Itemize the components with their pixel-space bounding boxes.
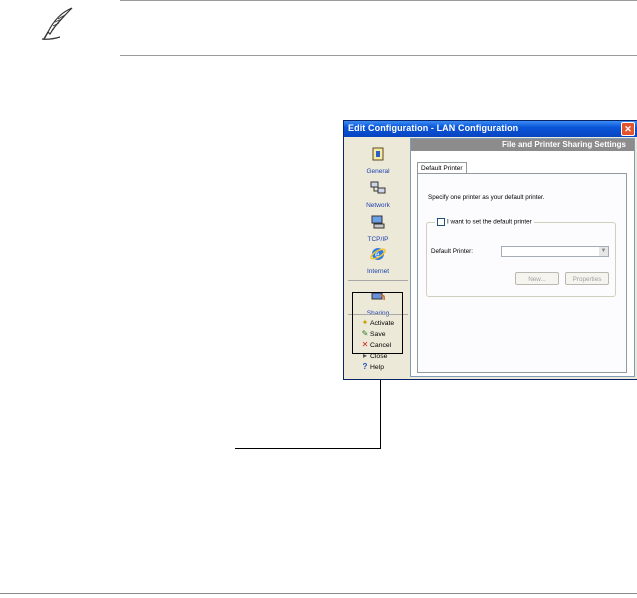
action-label: Close [370,353,388,360]
action-label: Help [370,364,384,371]
note-bottom-rule [120,55,637,56]
actions-highlight-box [352,292,403,354]
internet-icon: e [370,248,386,260]
help-icon: ? [362,362,368,371]
svg-text:e: e [375,250,380,259]
properties-button[interactable]: Properties [565,272,609,285]
sidebar-item-label: Internet [366,268,390,275]
page-bottom-rule [0,593,637,594]
checkbox-box[interactable] [437,218,445,226]
sidebar-separator [348,280,408,281]
default-printer-group: I want to set the default printer Defaul… [426,218,616,297]
default-printer-label: Default Printer: [431,248,473,255]
feather-pen-icon [41,7,73,40]
window-title: Edit Configuration - LAN Configuration [348,123,519,133]
sidebar-item-network[interactable]: Network [346,180,410,209]
new-button[interactable]: New... [515,272,559,285]
tcpip-icon [371,215,385,229]
tab-content: Specify one printer as your default prin… [417,173,627,373]
sidebar-item-tcpip[interactable]: TCP/IP [346,214,410,243]
chevron-down-icon[interactable]: ▼ [599,247,608,256]
window-close-button[interactable]: ✕ [621,122,635,136]
default-printer-select[interactable]: ▼ [501,246,609,257]
help-button[interactable]: ? Help [360,362,384,372]
panel-header: File and Printer Sharing Settings [411,139,634,151]
callout-line-vertical [380,380,381,449]
window-titlebar[interactable]: Edit Configuration - LAN Configuration ✕ [344,121,637,137]
note-top-rule [120,0,637,1]
sidebar-item-label: TCP/IP [367,236,389,243]
callout-line-horizontal [235,448,381,449]
settings-panel: File and Printer Sharing Settings Defaul… [410,138,635,377]
sidebar-item-internet[interactable]: e Internet [346,246,410,275]
set-default-printer-checkbox[interactable]: I want to set the default printer [435,218,534,226]
general-icon [372,147,384,161]
default-printer-value [502,255,504,262]
instruction-text: Specify one printer as your default prin… [428,194,545,201]
checkbox-label: I want to set the default printer [447,218,532,226]
sidebar-item-label: General [366,168,390,175]
sidebar-item-label: Network [366,202,390,209]
sidebar-item-general[interactable]: General [346,146,410,175]
network-icon [370,181,386,194]
